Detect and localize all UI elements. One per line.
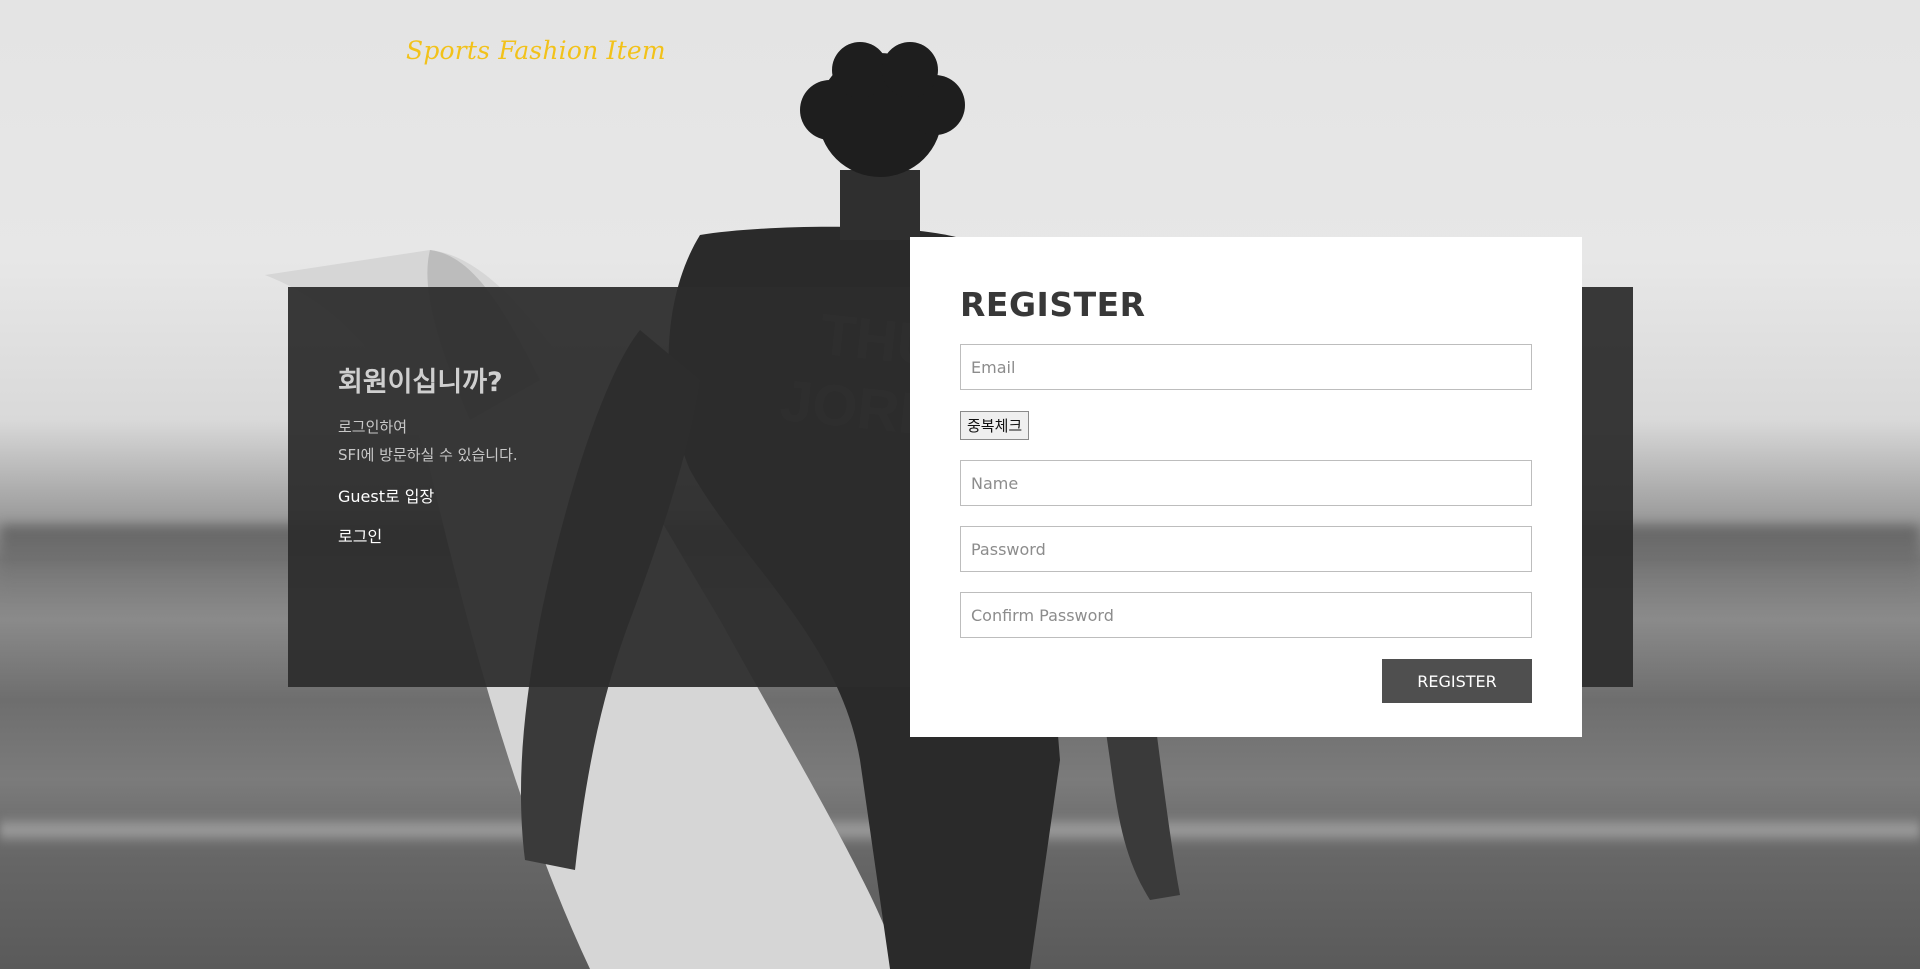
login-desc-line-2: SFI에 방문하실 수 있습니다. (338, 446, 518, 464)
login-link[interactable]: 로그인 (338, 523, 858, 547)
register-title: REGISTER (960, 285, 1146, 324)
login-prompt-description: 로그인하여 SFI에 방문하실 수 있습니다. (338, 413, 858, 469)
login-desc-line-1: 로그인하여 (338, 418, 408, 436)
login-prompt-section: 회원이십니까? 로그인하여 SFI에 방문하실 수 있습니다. Guest로 입… (338, 360, 858, 547)
brand-logo[interactable]: Sports Fashion Item (406, 36, 666, 65)
name-field[interactable] (960, 460, 1532, 506)
register-card: REGISTER 중복체크 REGISTER (910, 237, 1582, 737)
duplicate-check-button[interactable]: 중복체크 (960, 411, 1030, 440)
password-field[interactable] (960, 526, 1532, 572)
confirm-password-field[interactable] (960, 592, 1532, 638)
email-field[interactable] (960, 344, 1532, 390)
register-submit-button[interactable]: REGISTER (1382, 659, 1532, 703)
login-prompt-heading: 회원이십니까? (338, 367, 503, 398)
guest-enter-link[interactable]: Guest로 입장 (338, 483, 858, 507)
